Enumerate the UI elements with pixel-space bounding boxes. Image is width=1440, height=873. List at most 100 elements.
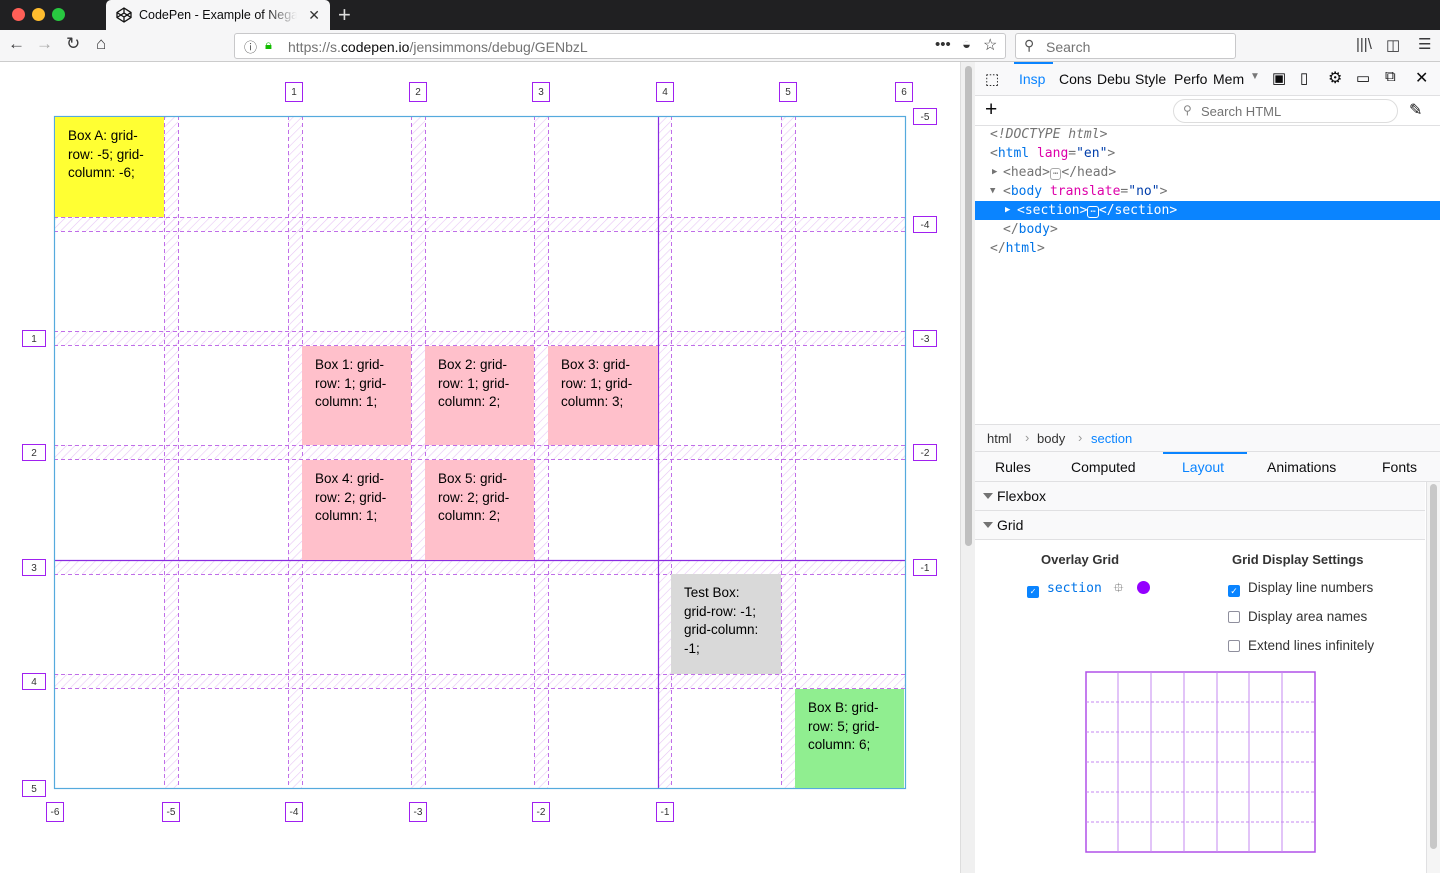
navigation-toolbar: ← → ↻ ⌂ ⓘ 🔒︎ https://s.codepen.io/jensim… [0, 30, 1440, 62]
pocket-icon[interactable]: ◒ [962, 36, 971, 53]
tab-debugger[interactable]: Debu [1097, 71, 1130, 87]
box-3: Box 3: grid-row: 1; grid-column: 3; [548, 346, 658, 445]
breadcrumb-html[interactable]: html [987, 431, 1012, 446]
page-actions-icon[interactable]: ••• [935, 36, 951, 53]
overlay-section-label: section [1047, 581, 1102, 596]
browser-tab[interactable]: CodePen - Example of Negative ✕ [106, 0, 330, 30]
grid-display-settings-heading: Grid Display Settings [1232, 552, 1364, 567]
element-picker-icon[interactable]: ⬚ [985, 70, 999, 88]
add-node-icon[interactable]: + [985, 98, 997, 122]
settings-gear-icon[interactable]: ⚙ [1328, 68, 1342, 88]
eyedropper-icon[interactable]: ✎ [1409, 100, 1422, 120]
left-line-number: 5 [22, 780, 46, 797]
highlight-element-icon[interactable]: ⯐ [1114, 581, 1124, 596]
overlay-section-checkbox[interactable]: ✓ [1027, 586, 1039, 598]
grid-outline-preview[interactable] [1085, 671, 1316, 853]
search-placeholder: Search [1046, 39, 1091, 55]
section-line-selected[interactable]: ▶ <section> ⋯ </section> [975, 201, 1440, 220]
search-html-placeholder: Search HTML [1201, 104, 1282, 119]
tab-fonts[interactable]: Fonts [1382, 459, 1417, 475]
dock-icon[interactable]: ▭ [1356, 69, 1370, 87]
checkbox[interactable]: ✓ [1228, 585, 1240, 597]
close-tab-icon[interactable]: ✕ [308, 7, 320, 24]
box-b: Box B: grid-row: 5; grid-column: 6; [795, 689, 904, 788]
bottom-line-number: -5 [162, 802, 180, 822]
overlay-color-swatch[interactable] [1137, 581, 1151, 594]
url-bar[interactable]: ⓘ 🔒︎ https://s.codepen.io/jensimmons/deb… [234, 33, 1006, 59]
checkbox[interactable] [1228, 611, 1240, 623]
home-icon[interactable]: ⌂ [96, 34, 106, 54]
breadcrumb-body[interactable]: body [1037, 431, 1065, 446]
collapse-arrow-icon[interactable]: ▼ [990, 182, 995, 201]
search-icon: ⚲ [1024, 37, 1035, 53]
page-scrollbar[interactable] [960, 62, 975, 873]
breadcrumb-section[interactable]: section [1091, 431, 1132, 446]
html-close-line[interactable]: </html> [975, 239, 1440, 258]
setting-extend-lines-infinitely[interactable]: Extend lines infinitely [1228, 638, 1374, 653]
split-console-icon[interactable]: ▣ [1272, 69, 1286, 87]
expand-arrow-icon[interactable]: ▶ [992, 163, 997, 182]
right-line-number: -2 [913, 444, 937, 461]
top-line-number: 6 [895, 82, 913, 102]
tab-computed[interactable]: Computed [1071, 459, 1136, 475]
grid-section-header[interactable]: Grid [975, 511, 1425, 540]
tab-performance[interactable]: Perfo [1174, 71, 1207, 87]
menu-icon[interactable]: ☰ [1418, 35, 1431, 53]
tab-layout[interactable]: Layout [1182, 459, 1224, 475]
tab-rules[interactable]: Rules [995, 459, 1031, 475]
tab-style-editor[interactable]: Style [1135, 71, 1166, 87]
minimize-window-button[interactable] [32, 8, 45, 21]
maximize-window-button[interactable] [52, 8, 65, 21]
test-box: Test Box: grid-row: -1; grid-column: -1; [671, 574, 781, 674]
reload-icon[interactable]: ↻ [66, 34, 80, 54]
flexbox-section-header[interactable]: Flexbox [975, 482, 1425, 511]
top-line-number: 1 [285, 82, 303, 102]
left-line-number: 2 [22, 444, 46, 461]
box-a: Box A: grid-row: -5; grid-column: -6; [55, 117, 164, 217]
search-html-input[interactable]: ⚲ Search HTML [1173, 99, 1398, 123]
tab-memory[interactable]: Mem [1213, 71, 1244, 87]
separate-window-icon[interactable]: ⧉ [1385, 68, 1396, 85]
box-2: Box 2: grid-row: 1; grid-column: 2; [425, 346, 534, 445]
tab-inspector[interactable]: Insp [1019, 71, 1045, 87]
setting-label: Display area names [1248, 609, 1368, 624]
body-open-line[interactable]: ▼ <body translate="no"> [975, 182, 1440, 201]
top-line-number: 3 [532, 82, 550, 102]
body-close-line[interactable]: </body> [975, 220, 1440, 239]
scrollbar-thumb[interactable] [1430, 484, 1437, 849]
checkbox[interactable] [1228, 640, 1240, 652]
close-devtools-icon[interactable]: ✕ [1415, 68, 1428, 88]
bottom-line-number: -2 [532, 802, 550, 822]
setting-display-area-names[interactable]: Display area names [1228, 609, 1367, 624]
overlay-grid-item[interactable]: ✓ section ⯐ [1027, 579, 1151, 601]
doctype-line[interactable]: <!DOCTYPE html> [975, 125, 1440, 144]
head-line[interactable]: ▶ <head> ⋯ </head> [975, 163, 1440, 182]
markup-toolbar: + ⚲ Search HTML ✎ [975, 96, 1440, 126]
right-line-number: -4 [913, 216, 937, 233]
scrollbar-thumb[interactable] [965, 66, 972, 546]
search-bar[interactable]: ⚲ Search [1015, 33, 1236, 59]
more-tabs-chevron-icon[interactable]: ▼ [1250, 71, 1260, 82]
right-line-number: -3 [913, 330, 937, 347]
collapse-arrow-icon [983, 493, 993, 499]
tab-animations[interactable]: Animations [1267, 459, 1336, 475]
breadcrumb-separator-icon: › [1078, 430, 1083, 445]
bottom-line-number: -3 [409, 802, 427, 822]
back-icon[interactable]: ← [8, 34, 25, 54]
expand-arrow-icon[interactable]: ▶ [1005, 201, 1010, 220]
library-icon[interactable]: |||\ [1356, 36, 1372, 53]
close-window-button[interactable] [12, 8, 25, 21]
forward-icon[interactable]: → [36, 34, 53, 54]
html-open-line[interactable]: <html lang="en"> [975, 144, 1440, 163]
setting-display-line-numbers[interactable]: ✓ Display line numbers [1228, 580, 1373, 597]
left-line-number: 1 [22, 330, 46, 347]
responsive-design-icon[interactable]: ▯ [1300, 69, 1308, 87]
info-icon[interactable]: ⓘ [244, 37, 257, 56]
new-tab-button[interactable]: + [338, 2, 351, 28]
setting-label: Extend lines infinitely [1248, 638, 1375, 653]
sidebar-scrollbar[interactable] [1426, 482, 1440, 873]
tab-console[interactable]: Cons [1059, 71, 1092, 87]
bookmark-star-icon[interactable]: ☆ [983, 35, 997, 55]
bottom-line-number: -6 [46, 802, 64, 822]
sidebar-icon[interactable]: ◫ [1386, 36, 1400, 54]
